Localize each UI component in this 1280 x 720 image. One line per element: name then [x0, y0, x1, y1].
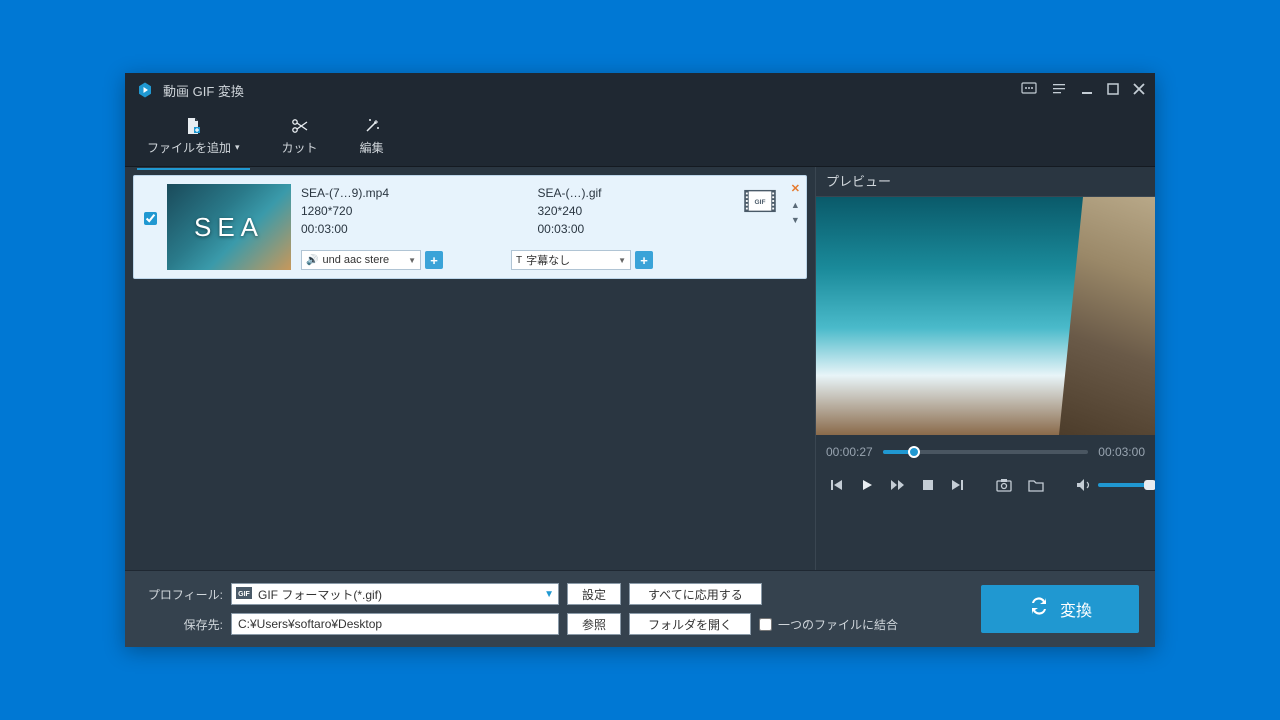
minimize-button[interactable]	[1081, 83, 1093, 98]
next-button[interactable]	[950, 478, 964, 492]
browse-button[interactable]: 参照	[567, 613, 621, 635]
main-area: SEA SEA-(7…9).mp4 1280*720 00:03:00 SEA-…	[125, 167, 1155, 570]
merge-checkbox[interactable]: 一つのファイルに結合	[759, 616, 898, 633]
text-icon: T	[516, 255, 522, 266]
file-thumbnail: SEA	[167, 184, 291, 270]
preview-header: プレビュー	[816, 167, 1155, 197]
open-snapshot-folder-button[interactable]	[1028, 478, 1044, 492]
convert-button[interactable]: 変換	[981, 585, 1139, 633]
file-item[interactable]: SEA SEA-(7…9).mp4 1280*720 00:03:00 SEA-…	[133, 175, 807, 279]
output-duration: 00:03:00	[538, 220, 735, 238]
cut-button[interactable]: カット	[278, 111, 322, 162]
file-list-panel: SEA SEA-(7…9).mp4 1280*720 00:03:00 SEA-…	[125, 167, 815, 570]
window-controls	[1021, 82, 1145, 99]
add-file-label: ファイルを追加 ▾	[147, 139, 240, 156]
move-up-button[interactable]: ▲	[791, 201, 800, 210]
edit-label: 編集	[360, 139, 384, 156]
add-audio-button[interactable]: +	[425, 251, 443, 269]
app-logo-icon	[135, 80, 155, 100]
volume-icon[interactable]	[1076, 478, 1092, 492]
merge-checkbox-input[interactable]	[759, 618, 772, 631]
svg-text:GIF: GIF	[238, 591, 250, 598]
convert-icon	[1028, 595, 1050, 623]
output-format-icon[interactable]: GIF	[744, 188, 776, 214]
playback-total: 00:03:00	[1098, 445, 1145, 459]
stop-button[interactable]	[922, 479, 934, 491]
subtitle-select[interactable]: T 字幕なし ▼	[511, 250, 631, 270]
add-subtitle-button[interactable]: +	[635, 251, 653, 269]
preview-video[interactable]	[816, 197, 1155, 435]
source-filename: SEA-(7…9).mp4	[301, 184, 498, 202]
scissors-icon	[291, 117, 309, 135]
playback-controls	[816, 469, 1155, 509]
volume-slider[interactable]	[1098, 483, 1155, 487]
profile-label: プロフィール:	[141, 586, 223, 603]
file-checkbox[interactable]	[144, 212, 157, 225]
caret-down-icon: ▼	[618, 256, 626, 265]
titlebar: 動画 GIF 変換	[125, 73, 1155, 107]
move-down-button[interactable]: ▼	[791, 216, 800, 225]
prev-button[interactable]	[830, 478, 844, 492]
apply-all-button[interactable]: すべてに応用する	[629, 583, 762, 605]
volume-control	[1076, 478, 1155, 492]
save-path-input[interactable]	[231, 613, 559, 635]
profile-select[interactable]: GIF GIF フォーマット(*.gif) ▼	[231, 583, 559, 605]
add-file-icon	[185, 117, 201, 135]
preview-panel: プレビュー 00:00:27 00:03:00	[815, 167, 1155, 570]
caret-down-icon: ▼	[408, 256, 416, 265]
audio-track-select[interactable]: 🔊 und aac stere ▼	[301, 250, 421, 270]
playback-position: 00:00:27	[826, 445, 873, 459]
output-info: SEA-(…).gif 320*240 00:03:00	[538, 184, 735, 238]
maximize-button[interactable]	[1107, 83, 1119, 98]
timeline: 00:00:27 00:03:00	[816, 435, 1155, 469]
output-filename: SEA-(…).gif	[538, 184, 735, 202]
source-resolution: 1280*720	[301, 202, 498, 220]
magic-wand-icon	[363, 117, 381, 135]
feedback-icon[interactable]	[1021, 82, 1037, 99]
save-to-label: 保存先:	[141, 616, 223, 633]
app-title: 動画 GIF 変換	[163, 81, 1021, 100]
edit-button[interactable]: 編集	[356, 111, 388, 162]
app-window: 動画 GIF 変換 ファイルを追加 ▾ カット	[125, 73, 1155, 647]
cut-label: カット	[282, 139, 318, 156]
bottom-bar: プロフィール: GIF GIF フォーマット(*.gif) ▼ 設定 すべてに応…	[125, 570, 1155, 647]
open-folder-button[interactable]: フォルダを開く	[629, 613, 751, 635]
seek-slider[interactable]	[883, 450, 1089, 454]
toolbar: ファイルを追加 ▾ カット 編集	[125, 107, 1155, 167]
speaker-icon: 🔊	[306, 255, 318, 266]
caret-down-icon: ▼	[544, 589, 554, 600]
source-duration: 00:03:00	[301, 220, 498, 238]
menu-icon[interactable]	[1051, 82, 1067, 99]
add-file-button[interactable]: ファイルを追加 ▾	[143, 111, 244, 162]
output-resolution: 320*240	[538, 202, 735, 220]
fast-forward-button[interactable]	[890, 478, 906, 492]
play-button[interactable]	[860, 478, 874, 492]
settings-button[interactable]: 設定	[567, 583, 621, 605]
svg-text:GIF: GIF	[755, 199, 766, 206]
close-button[interactable]	[1133, 83, 1145, 98]
dropdown-caret-icon: ▾	[235, 142, 240, 153]
file-item-controls: ✕ ▲ ▼	[791, 182, 800, 225]
gif-format-icon: GIF	[236, 586, 252, 603]
file-info: SEA-(7…9).mp4 1280*720 00:03:00 SEA-(…).…	[301, 184, 734, 270]
remove-file-button[interactable]: ✕	[791, 182, 800, 195]
source-info: SEA-(7…9).mp4 1280*720 00:03:00	[301, 184, 498, 238]
snapshot-button[interactable]	[996, 478, 1012, 492]
